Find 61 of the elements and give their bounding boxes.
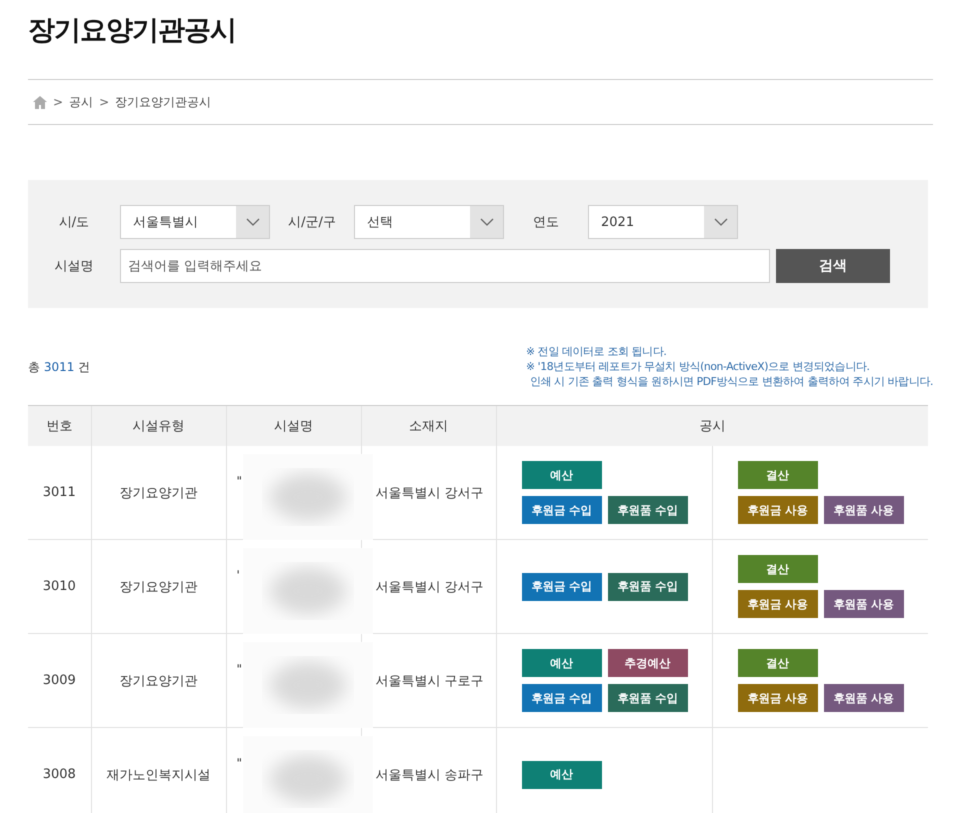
- report-button[interactable]: 예산: [522, 649, 602, 677]
- field-label: 시/군/구: [287, 214, 337, 231]
- table-cell: 3008: [28, 728, 91, 813]
- name-fragment: ": [236, 756, 242, 770]
- report-button[interactable]: 후원금 사용: [738, 496, 818, 524]
- report-button[interactable]: 추경예산: [608, 649, 688, 677]
- select-field[interactable]: 2021: [588, 205, 738, 239]
- name-fragment: ': [236, 568, 240, 582]
- notice-text: ※ 전일 데이터로 조회 됩니다.: [526, 345, 668, 359]
- chevron-down-icon: [714, 218, 728, 226]
- report-button[interactable]: 후원금 수입: [522, 496, 602, 524]
- report-button[interactable]: 결산: [738, 555, 818, 583]
- report-button[interactable]: 후원품 사용: [824, 684, 904, 712]
- page-title: 장기요양기관공시: [28, 14, 237, 48]
- report-button[interactable]: 결산: [738, 461, 818, 489]
- report-button[interactable]: 후원금 사용: [738, 684, 818, 712]
- field-label: 연도: [532, 214, 560, 231]
- field-label: 시설명: [54, 258, 94, 275]
- home-icon[interactable]: [33, 96, 47, 108]
- table-cell: 서울특별시 송파구: [361, 728, 496, 813]
- name-fragment: ": [236, 662, 242, 676]
- table-cell: 3009: [28, 634, 91, 728]
- table-cell: 서울특별시 강서구: [361, 446, 496, 540]
- report-button[interactable]: 후원품 수입: [608, 572, 688, 600]
- table-cell: 3010: [28, 540, 91, 634]
- report-button[interactable]: 후원품 수입: [608, 684, 688, 712]
- total-count: 총 3011 건: [28, 358, 90, 376]
- column-header: 번호: [28, 406, 91, 446]
- column-header: 시설유형: [91, 406, 226, 446]
- select-field[interactable]: 선택: [354, 205, 504, 239]
- report-button[interactable]: 후원금 사용: [738, 590, 818, 618]
- chevron-down-icon: [246, 218, 260, 226]
- report-button[interactable]: 예산: [522, 461, 602, 489]
- field-label: 시/도: [58, 214, 90, 231]
- table-cell: 서울특별시 강서구: [361, 540, 496, 634]
- table-cell: 3011: [28, 446, 91, 540]
- breadcrumb-link[interactable]: 공시: [69, 94, 94, 110]
- table-cell: 장기요양기관: [91, 540, 226, 634]
- select-field[interactable]: 서울특별시: [120, 205, 270, 239]
- chevron-down-icon: [480, 218, 494, 226]
- search-field[interactable]: 검색어를 입력해주세요: [120, 249, 770, 283]
- table-cell: 장기요양기관: [91, 634, 226, 728]
- table-cell: 재가노인복지시설: [91, 728, 226, 813]
- column-header: 소재지: [361, 406, 496, 446]
- column-header: 공시: [496, 406, 928, 446]
- report-button[interactable]: 후원품 사용: [824, 590, 904, 618]
- report-button[interactable]: 예산: [522, 760, 602, 788]
- table-cell: 장기요양기관: [91, 446, 226, 540]
- notice-text: 인쇄 시 기존 출력 형식을 원하시면 PDF방식으로 변환하여 출력하여 주시기 바랍니다.: [530, 375, 933, 389]
- breadcrumb-link[interactable]: 장기요양기관공시: [115, 94, 212, 110]
- search-button[interactable]: 검색: [776, 249, 890, 283]
- report-button[interactable]: 후원품 사용: [824, 496, 904, 524]
- breadcrumb-separator: >: [99, 95, 110, 109]
- report-button[interactable]: 후원금 수입: [522, 684, 602, 712]
- report-button[interactable]: 후원금 수입: [522, 572, 602, 600]
- table-cell: 서울특별시 구로구: [361, 634, 496, 728]
- report-button[interactable]: 결산: [738, 649, 818, 677]
- notice-text: ※ '18년도부터 레포트가 무설치 방식(non-ActiveX)으로 변경되었습니다.: [526, 360, 871, 374]
- report-button[interactable]: 후원품 수입: [608, 496, 688, 524]
- column-header: 시설명: [226, 406, 361, 446]
- breadcrumb-separator: >: [53, 95, 64, 109]
